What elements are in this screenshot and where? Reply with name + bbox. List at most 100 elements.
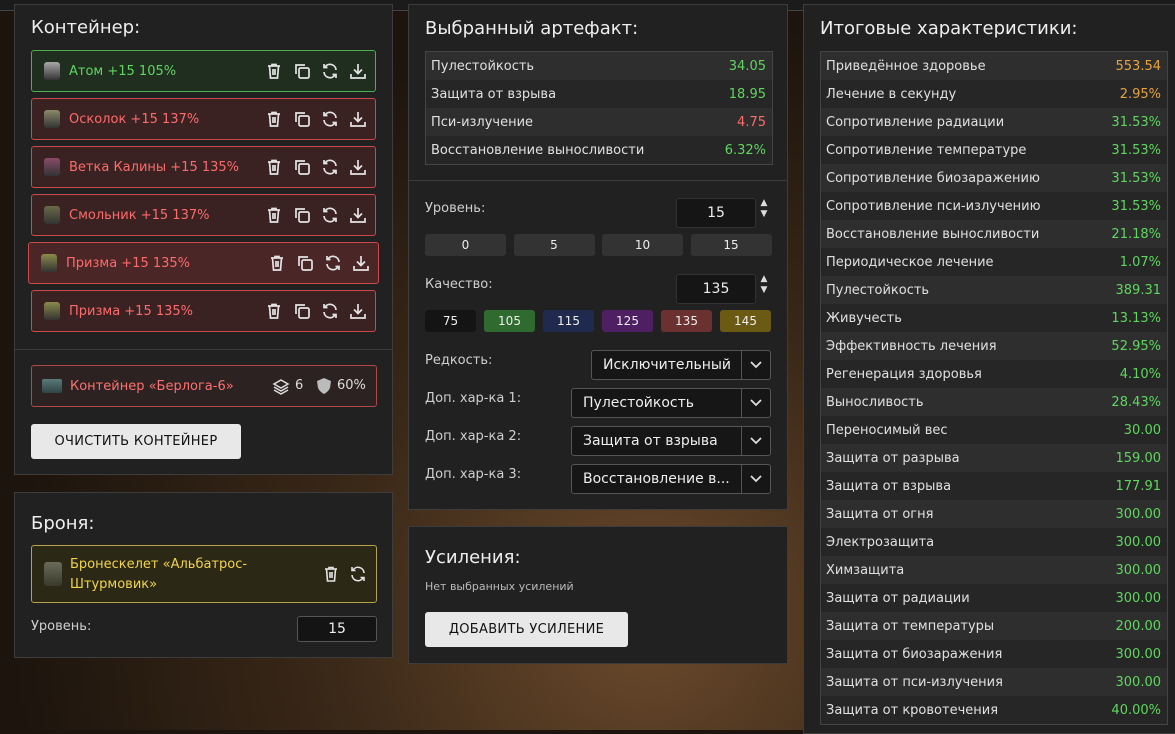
level-stepper[interactable]: ▲ ▼	[759, 198, 769, 220]
artifact-tools	[268, 254, 370, 272]
replace-icon[interactable]	[321, 206, 339, 224]
total-row: Регенерация здоровья 4.10%	[821, 360, 1167, 388]
total-name: Лечение в секунду	[826, 86, 957, 102]
artifact-item[interactable]: Призма +15 135%	[31, 290, 376, 332]
total-value: 40.00%	[1111, 702, 1161, 718]
artifact-tools	[265, 206, 367, 224]
quality-preset-button[interactable]: 75	[425, 310, 476, 332]
level-preset-button[interactable]: 10	[602, 234, 683, 256]
trash-icon[interactable]	[265, 62, 283, 80]
quality-preset-button[interactable]: 135	[661, 310, 712, 332]
total-value: 52.95%	[1111, 338, 1161, 354]
total-name: Защита от пси-излучения	[826, 674, 1003, 690]
container-panel: Контейнер: Атом +15 105% Осколок +15 137%…	[14, 4, 393, 475]
clear-container-button[interactable]: ОЧИСТИТЬ КОНТЕЙНЕР	[31, 424, 241, 459]
container-slots: 6	[295, 378, 304, 393]
extra1-label: Доп. хар-ка 1:	[425, 391, 522, 406]
quality-preset-button[interactable]: 115	[543, 310, 594, 332]
quality-preset-button[interactable]: 105	[484, 310, 535, 332]
stat-row: Пси-излучение 4.75	[426, 108, 772, 136]
artifact-item[interactable]: Смольник +15 137%	[31, 194, 376, 236]
level-preset-button[interactable]: 15	[690, 234, 772, 256]
total-value: 300.00	[1115, 646, 1162, 662]
total-row: Электрозащита 300.00	[821, 528, 1167, 556]
armor-thumb	[44, 562, 62, 586]
trash-icon[interactable]	[268, 254, 286, 272]
extra1-select[interactable]: Пулестойкость	[571, 388, 771, 418]
stat-value: 18.95	[728, 86, 766, 102]
level-preset-button[interactable]: 5	[513, 234, 595, 256]
artifact-item[interactable]: Призма +15 135%	[28, 242, 379, 284]
quality-preset-button[interactable]: 145	[720, 310, 771, 332]
replace-icon[interactable]	[324, 254, 342, 272]
total-row: Восстановление выносливости 21.18%	[821, 220, 1167, 248]
total-value: 1.07%	[1119, 254, 1161, 270]
delete-armor-icon[interactable]	[322, 565, 340, 587]
copy-icon[interactable]	[293, 206, 311, 224]
artifact-item[interactable]: Ветка Калины +15 135%	[31, 146, 376, 188]
download-icon[interactable]	[349, 302, 367, 320]
trash-icon[interactable]	[265, 206, 283, 224]
armor-level-input[interactable]: 15	[297, 616, 377, 642]
trash-icon[interactable]	[265, 110, 283, 128]
total-value: 31.53%	[1111, 142, 1161, 158]
total-name: Живучесть	[826, 310, 902, 326]
selected-artifact-stats: Пулестойкость 34.05 Защита от взрыва 18.95 П…	[425, 51, 773, 165]
artifact-thumb	[44, 302, 60, 320]
download-icon[interactable]	[349, 62, 367, 80]
selected-artifact-title: Выбранный артефакт:	[425, 18, 639, 39]
quality-label: Качество:	[425, 277, 493, 292]
total-value: 177.91	[1115, 478, 1162, 494]
quality-preset-button[interactable]: 125	[602, 310, 653, 332]
quality-input[interactable]: 135	[676, 274, 756, 304]
total-name: Сопротивление пси-излучению	[826, 198, 1041, 214]
rarity-value: Исключительный	[603, 357, 732, 373]
total-row: Эффективность лечения 52.95%	[821, 332, 1167, 360]
trash-icon[interactable]	[265, 158, 283, 176]
trash-icon[interactable]	[265, 302, 283, 320]
chevron-down-icon	[741, 389, 770, 417]
total-value: 4.10%	[1119, 366, 1161, 382]
replace-icon[interactable]	[321, 158, 339, 176]
replace-icon[interactable]	[321, 110, 339, 128]
copy-icon[interactable]	[293, 62, 311, 80]
rarity-select[interactable]: Исключительный	[591, 350, 771, 380]
level-preset-button[interactable]: 0	[425, 234, 506, 256]
container-box-icon	[42, 379, 62, 393]
extra3-value: Восстановление в...	[583, 471, 730, 487]
copy-icon[interactable]	[293, 110, 311, 128]
artifact-thumb	[41, 254, 57, 272]
boosts-title: Усиления:	[425, 547, 521, 568]
extra3-select[interactable]: Восстановление в...	[571, 464, 771, 494]
level-input[interactable]: 15	[676, 198, 756, 228]
total-value: 21.18%	[1111, 226, 1161, 242]
artifact-item[interactable]: Осколок +15 137%	[31, 98, 376, 140]
total-value: 389.31	[1115, 282, 1162, 298]
copy-icon[interactable]	[293, 302, 311, 320]
total-value: 30.00	[1123, 422, 1161, 438]
artifact-label: Осколок +15 137%	[69, 111, 200, 127]
total-value: 200.00	[1115, 618, 1162, 634]
quality-stepper[interactable]: ▲ ▼	[759, 274, 769, 296]
copy-icon[interactable]	[296, 254, 314, 272]
total-value: 28.43%	[1111, 394, 1161, 410]
total-name: Пулестойкость	[826, 282, 930, 298]
container-box[interactable]: Контейнер «Берлога-6» 6 60%	[31, 365, 377, 407]
extra2-select[interactable]: Защита от взрыва	[571, 426, 771, 456]
add-boost-button[interactable]: ДОБАВИТЬ УСИЛЕНИЕ	[425, 612, 628, 647]
total-value: 2.95%	[1119, 86, 1161, 102]
download-icon[interactable]	[349, 206, 367, 224]
artifact-item[interactable]: Атом +15 105%	[31, 50, 376, 92]
replace-icon[interactable]	[321, 62, 339, 80]
replace-icon[interactable]	[321, 302, 339, 320]
download-icon[interactable]	[349, 158, 367, 176]
armor-item[interactable]: Бронескелет «Альбатрос-Штурмовик»	[31, 545, 377, 603]
artifact-thumb	[44, 62, 60, 80]
total-name: Переносимый вес	[826, 422, 948, 438]
copy-icon[interactable]	[293, 158, 311, 176]
download-icon[interactable]	[349, 110, 367, 128]
artifact-thumb	[44, 158, 60, 176]
download-icon[interactable]	[352, 254, 370, 272]
replace-armor-icon[interactable]	[349, 565, 367, 587]
boosts-empty-text: Нет выбранных усилений	[425, 580, 574, 593]
